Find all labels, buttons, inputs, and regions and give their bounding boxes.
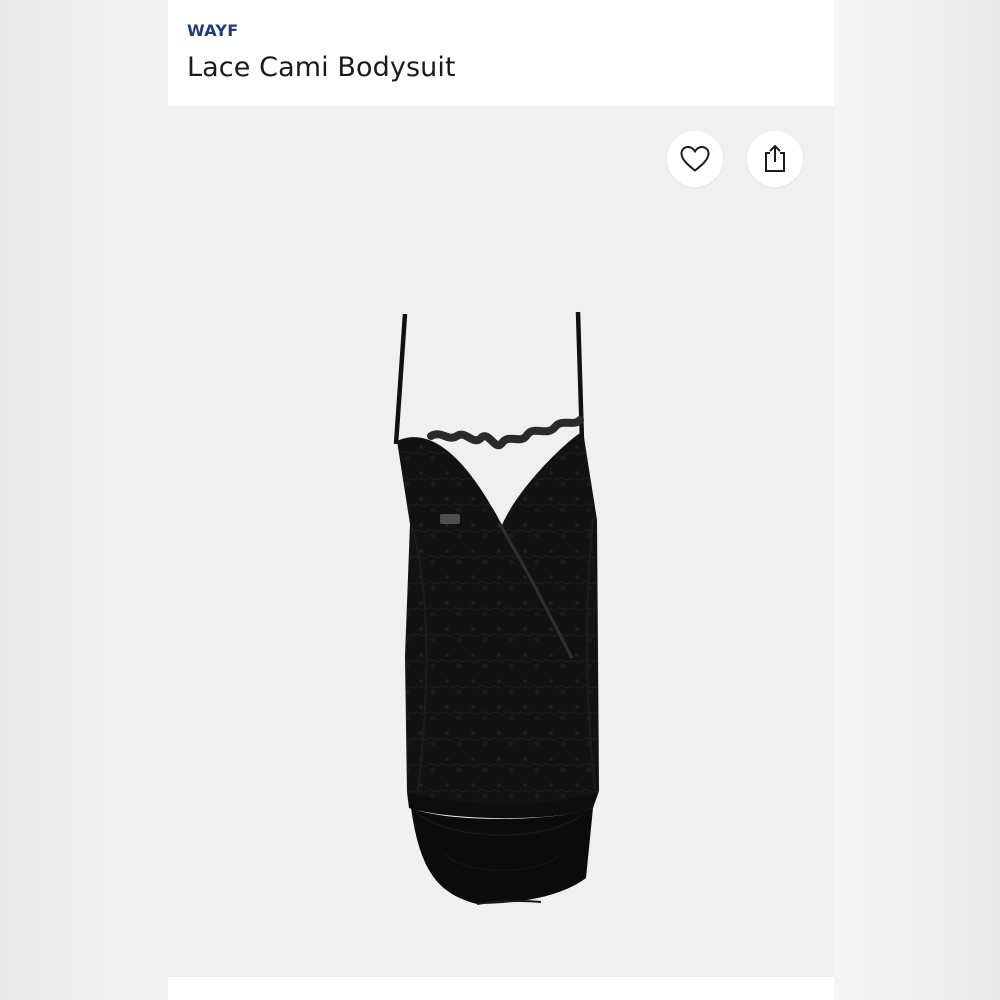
share-icon xyxy=(765,144,785,172)
brand-link[interactable]: WAYF xyxy=(187,21,239,40)
lace-bodysuit-photo xyxy=(393,311,599,905)
product-card: WAYF Lace Cami Bodysuit xyxy=(168,0,834,1000)
share-button[interactable] xyxy=(747,131,803,187)
product-photo-area xyxy=(168,106,834,977)
product-header: WAYF Lace Cami Bodysuit xyxy=(168,0,834,106)
product-title: Lace Cami Bodysuit xyxy=(187,52,456,83)
photo-bottom-strip xyxy=(168,977,834,1000)
page-background: WAYF Lace Cami Bodysuit xyxy=(0,0,1000,1000)
favorite-button[interactable] xyxy=(667,131,723,187)
heart-icon xyxy=(680,145,710,172)
